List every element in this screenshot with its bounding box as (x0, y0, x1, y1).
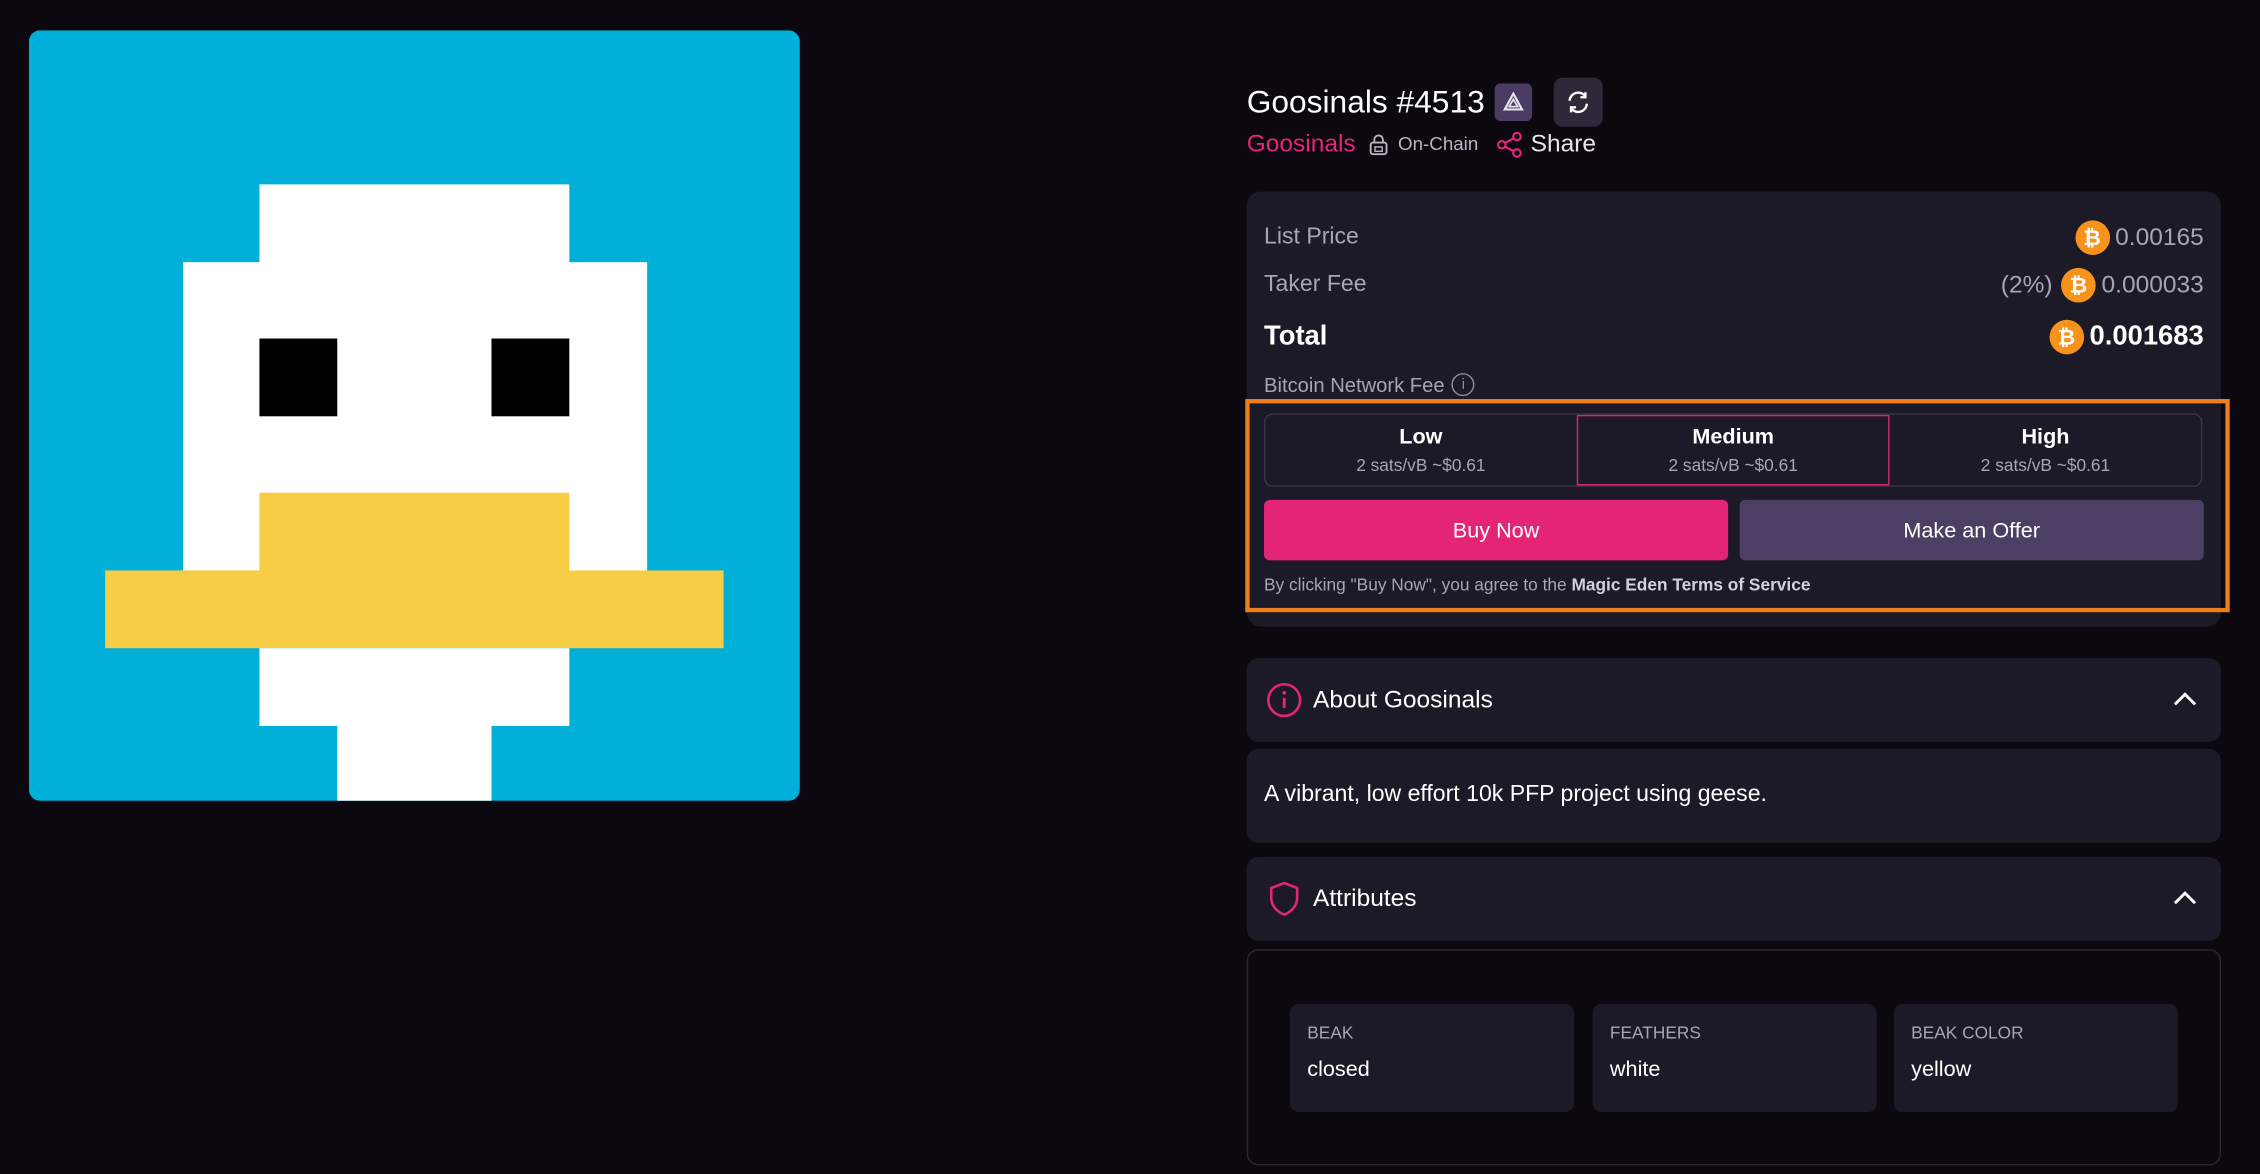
attribute-type: BEAK (1307, 1022, 1354, 1043)
fee-option-medium[interactable]: Medium 2 sats/vB ~$0.61 (1576, 414, 1891, 486)
goose-pixel-art (28, 30, 800, 801)
total-amount: 0.001683 (2089, 321, 2204, 352)
collection-link[interactable]: Goosinals (1247, 128, 1356, 160)
chevron-up-icon[interactable] (2172, 887, 2198, 907)
terms-notice: By clicking "Buy Now", you agree to the … (1264, 572, 1810, 598)
fee-option-detail: 2 sats/vB ~$0.61 (1668, 454, 1798, 475)
share-icon (1497, 131, 1522, 158)
refresh-button[interactable] (1553, 77, 1603, 127)
bitcoin-icon: ₿ (2049, 319, 2084, 355)
taker-fee-value: (2%) ₿ 0.000033 (2000, 267, 2204, 303)
total-label: Total (1264, 321, 1328, 352)
info-icon (1267, 682, 1302, 718)
fee-option-low[interactable]: Low 2 sats/vB ~$0.61 (1265, 415, 1576, 486)
taker-fee-percent: (2%) (2000, 270, 2053, 299)
attribute-value: yellow (1911, 1057, 1972, 1082)
attribute-card[interactable]: BEAK closed (1289, 1004, 1574, 1113)
fee-option-title: High (2021, 424, 2070, 449)
attribute-value: white (1609, 1057, 1661, 1082)
fee-option-high[interactable]: High 2 sats/vB ~$0.61 (1890, 415, 2201, 486)
taker-fee-label: Taker Fee (1264, 272, 1367, 297)
attributes-body: BEAK closed FEATHERS white BEAK COLOR ye… (1246, 949, 2222, 1166)
fee-option-title: Medium (1692, 424, 1775, 449)
about-description: A vibrant, low effort 10k PFP project us… (1264, 782, 1767, 807)
network-fee-text: Bitcoin Network Fee (1264, 373, 1445, 397)
list-price-amount: 0.00165 (2115, 223, 2204, 251)
about-header[interactable]: About Goosinals (1246, 658, 2222, 742)
buy-now-button[interactable]: Buy Now (1264, 499, 1729, 561)
bitcoin-icon: ₿ (2074, 220, 2110, 255)
ordinals-badge-icon[interactable] (1494, 83, 1533, 122)
info-icon[interactable]: i (1451, 373, 1475, 397)
attribute-value: closed (1307, 1057, 1370, 1082)
terms-text: By clicking "Buy Now", you agree to the (1264, 574, 1567, 595)
attribute-type: BEAK COLOR (1911, 1022, 2024, 1043)
onchain-label: On-Chain (1398, 132, 1479, 155)
fee-option-detail: 2 sats/vB ~$0.61 (1356, 454, 1486, 475)
attribute-type: FEATHERS (1609, 1022, 1701, 1043)
terms-link[interactable]: Magic Eden Terms of Service (1571, 575, 1810, 595)
total-value: ₿ 0.001683 (2049, 319, 2204, 355)
shield-icon (1269, 881, 1299, 917)
list-price-label: List Price (1264, 224, 1359, 250)
bitcoin-icon: ₿ (2061, 267, 2096, 303)
make-offer-button[interactable]: Make an Offer (1739, 499, 2204, 561)
nft-artwork (28, 30, 800, 801)
chevron-up-icon[interactable] (2172, 689, 2198, 709)
share-label: Share (1530, 129, 1597, 158)
nft-title: Goosinals #4513 (1246, 83, 1485, 120)
lock-icon (1369, 133, 1388, 155)
attribute-card[interactable]: BEAK COLOR yellow (1893, 1004, 2178, 1113)
fee-selector: Low 2 sats/vB ~$0.61 Medium 2 sats/vB ~$… (1264, 413, 2203, 487)
taker-fee-amount: 0.000033 (2101, 270, 2204, 299)
about-title: About Goosinals (1313, 685, 1493, 714)
about-body: A vibrant, low effort 10k PFP project us… (1246, 749, 2222, 843)
fee-option-title: Low (1399, 424, 1443, 449)
attribute-card[interactable]: FEATHERS white (1592, 1004, 1877, 1113)
network-fee-label: Bitcoin Network Fee i (1264, 373, 1475, 397)
onchain-badge: On-Chain (1368, 131, 1478, 157)
fee-option-detail: 2 sats/vB ~$0.61 (1980, 454, 2111, 475)
share-button[interactable]: Share (1496, 128, 1596, 160)
attributes-title: Attributes (1313, 884, 1417, 912)
list-price-value: ₿ 0.00165 (2074, 220, 2204, 255)
refresh-icon (1568, 91, 1589, 114)
attributes-header[interactable]: Attributes (1246, 857, 2222, 941)
